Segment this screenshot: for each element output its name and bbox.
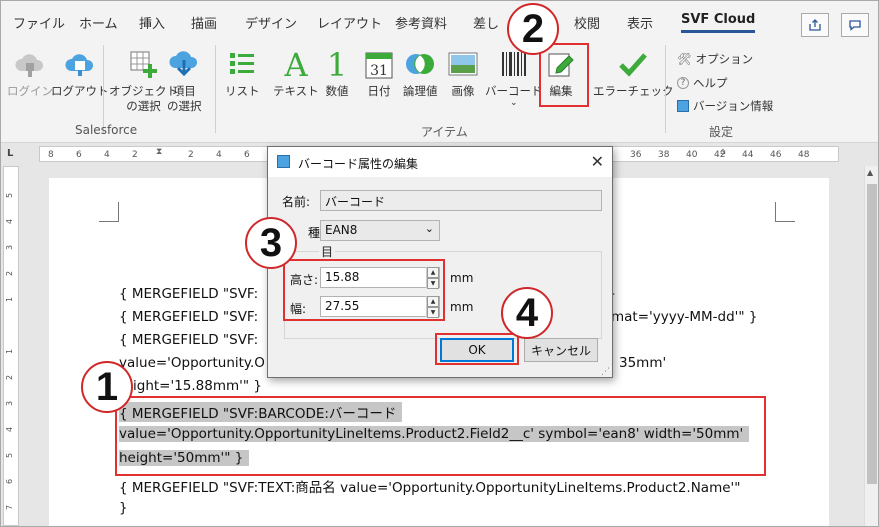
select-object-icon [128, 47, 160, 81]
image-button[interactable]: 画像 [447, 47, 479, 99]
chevron-down-icon: ⌄ [424, 222, 434, 235]
merge-field-close-brace[interactable]: } [119, 500, 128, 516]
login-button[interactable]: ログイン [7, 47, 53, 99]
barcode-button[interactable]: バーコード ⌄ [485, 47, 543, 108]
error-check-button[interactable]: エラーチェック [593, 47, 674, 99]
name-label: 名前: [282, 195, 311, 209]
word-window: ファイル ホーム 挿入 描画 デザイン レイアウト 参考資料 差し 校閲 表示 … [0, 0, 879, 527]
tab-review[interactable]: 校閲 [574, 13, 600, 32]
dialog-title-bar: バーコード属性の編集 ✕ [268, 147, 612, 177]
comment-icon [849, 20, 861, 31]
boolean-button[interactable]: 論理値 [403, 47, 438, 99]
merge-field-line-4[interactable]: value='Opportunity.O [119, 355, 265, 371]
merge-field-line-2-end: mat='yyyy-MM-dd'" } [611, 309, 758, 325]
highlight-box-ok-button [435, 333, 519, 365]
callout-3: 3 [245, 217, 297, 269]
name-field[interactable]: バーコード [320, 190, 602, 211]
svg-text:31: 31 [370, 63, 388, 79]
tab-file[interactable]: ファイル [13, 13, 65, 32]
calendar-icon: 31 [363, 47, 395, 81]
dialog-title: バーコード属性の編集 [298, 157, 419, 171]
scroll-thumb[interactable] [867, 184, 877, 484]
number-one-icon: 1 [321, 47, 353, 81]
barcode-type-select[interactable]: EAN8 ⌄ [320, 220, 440, 241]
tab-insert[interactable]: 挿入 [139, 13, 165, 32]
merge-field-line-2[interactable]: { MERGEFIELD "SVF: [119, 309, 258, 325]
tab-design[interactable]: デザイン [245, 13, 297, 32]
tab-view[interactable]: 表示 [627, 13, 653, 32]
boolean-icon [404, 47, 436, 81]
ribbon: ログイン ログアウト オブジェクト の選択 項目 の選択 Salesforce [1, 39, 878, 143]
number-button[interactable]: 1 数値 [321, 47, 353, 99]
logout-button[interactable]: ログアウト [51, 47, 109, 99]
tab-home[interactable]: ホーム [79, 13, 118, 32]
ribbon-separator [215, 45, 216, 133]
merge-field-line-product-name[interactable]: { MERGEFIELD "SVF:TEXT:商品名 value='Opport… [119, 476, 740, 496]
indent-marker-icon[interactable]: ⧗ [156, 147, 162, 157]
checkmark-icon [617, 47, 649, 81]
dialog-app-icon [277, 155, 290, 168]
tab-mailings[interactable]: 差し [473, 13, 499, 32]
group-label-item: アイテム [421, 125, 468, 139]
group-label-settings: 設定 [709, 125, 734, 139]
version-button[interactable]: バージョン情報 [677, 98, 773, 114]
scroll-up-icon[interactable]: ▲ [867, 168, 873, 177]
merge-field-line-5[interactable]: ight='15.88mm'" } [133, 378, 262, 394]
callout-1: 1 [81, 361, 133, 413]
ribbon-separator [103, 45, 104, 133]
ribbon-tab-bar: ファイル ホーム 挿入 描画 デザイン レイアウト 参考資料 差し 校閲 表示 … [1, 1, 878, 39]
options-button[interactable]: 🛠 オプション [677, 51, 753, 67]
date-button[interactable]: 31 日付 [363, 47, 395, 99]
image-icon [447, 47, 479, 81]
tab-draw[interactable]: 描画 [191, 13, 217, 32]
svg-text:A: A [283, 47, 308, 81]
text-a-icon: A [280, 47, 312, 81]
tab-references[interactable]: 参考資料 [395, 13, 447, 32]
merge-field-line-3[interactable]: { MERGEFIELD "SVF: [119, 332, 258, 348]
share-button[interactable] [801, 13, 829, 37]
callout-4: 4 [501, 287, 553, 339]
highlight-box-size-fields [283, 259, 445, 321]
list-icon [226, 47, 258, 81]
height-unit: mm [450, 271, 474, 285]
vertical-scrollbar[interactable]: ▲ [864, 166, 878, 526]
cloud-logout-icon [64, 47, 96, 81]
width-unit: mm [450, 300, 474, 314]
callout-2: 2 [507, 3, 559, 55]
download-cloud-icon [168, 47, 200, 81]
group-label-salesforce: Salesforce [75, 123, 138, 137]
tab-layout[interactable]: レイアウト [317, 13, 382, 32]
select-item-button[interactable]: 項目 の選択 [167, 47, 202, 114]
svg-text:1: 1 [327, 47, 347, 81]
vertical-ruler: 5 4 3 2 1 1 2 3 4 5 6 7 [3, 166, 19, 526]
tools-icon: 🛠 [677, 52, 692, 66]
size-group-label: 目 [319, 243, 336, 260]
highlight-box-barcode-field [115, 396, 766, 476]
cloud-login-icon [14, 47, 46, 81]
text-button[interactable]: A テキスト [273, 47, 319, 99]
margin-corner [99, 202, 119, 222]
merge-field-line-1[interactable]: { MERGEFIELD "SVF: [119, 286, 258, 302]
share-icon [809, 19, 821, 31]
close-icon[interactable]: ✕ [591, 152, 604, 171]
resize-grip-icon[interactable]: ⋰ [601, 367, 610, 377]
list-button[interactable]: リスト [225, 47, 260, 99]
chevron-down-icon: ⌄ [509, 98, 518, 108]
question-icon: ? [677, 77, 689, 89]
help-button[interactable]: ? ヘルプ [677, 75, 728, 91]
ribbon-separator [665, 45, 666, 133]
cancel-button[interactable]: キャンセル [524, 338, 598, 362]
right-indent-marker-icon[interactable]: ⌂ [720, 147, 726, 157]
comments-button[interactable] [841, 13, 869, 37]
tab-selector-icon[interactable]: L [7, 148, 13, 159]
version-info-icon [677, 100, 689, 112]
merge-field-line-4-end: 35mm' [619, 355, 667, 371]
tab-svf-cloud[interactable]: SVF Cloud [681, 12, 756, 33]
highlight-box-edit-button [539, 43, 589, 107]
margin-corner [775, 202, 795, 222]
